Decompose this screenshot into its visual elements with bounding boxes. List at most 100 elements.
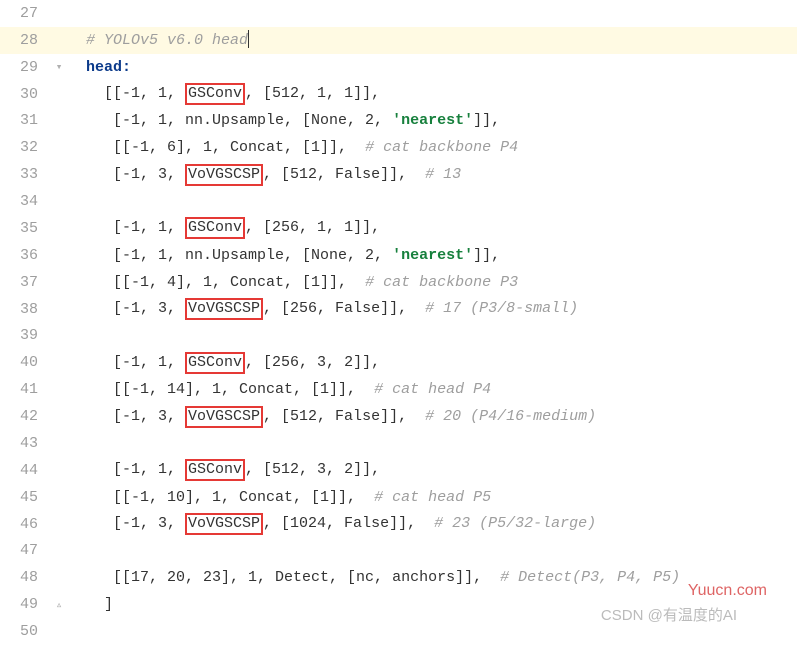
indent [68, 32, 86, 49]
indent [68, 489, 104, 506]
code-content[interactable]: [[-1, 6], 1, Concat, [1]], # cat backbon… [68, 139, 797, 156]
indent [68, 59, 86, 76]
line-number: 27 [0, 5, 50, 22]
yaml-key: head: [86, 59, 131, 76]
code-text: [-1, 1, nn.Upsample, [None, 2, [104, 112, 392, 129]
comment-text: # Detect(P3, P4, P5) [500, 569, 680, 586]
line-number: 38 [0, 301, 50, 318]
code-line[interactable]: 34 [0, 188, 797, 215]
code-text: [[-1, 14], 1, Concat, [1]], [104, 381, 374, 398]
watermark-author: CSDN @有温度的AI [601, 604, 737, 625]
indent [68, 139, 104, 156]
line-number: 50 [0, 623, 50, 640]
code-line[interactable]: 39 [0, 323, 797, 350]
code-content[interactable]: [[-1, 4], 1, Concat, [1]], # cat backbon… [68, 274, 797, 291]
code-line[interactable]: 44 [-1, 1, GSConv, [512, 3, 2]], [0, 457, 797, 484]
indent [68, 596, 104, 613]
highlighted-token: GSConv [185, 83, 245, 105]
code-line[interactable]: 35 [-1, 1, GSConv, [256, 1, 1]], [0, 215, 797, 242]
indent [68, 461, 104, 478]
code-text: [-1, 1, [104, 461, 185, 478]
code-text: [-1, 1, [104, 354, 185, 371]
line-number: 43 [0, 435, 50, 452]
line-number: 41 [0, 381, 50, 398]
highlighted-token: GSConv [185, 352, 245, 374]
code-line[interactable]: 37 [[-1, 4], 1, Concat, [1]], # cat back… [0, 269, 797, 296]
code-content[interactable]: [[-1, 1, GSConv, [512, 1, 1]], [68, 83, 797, 105]
indent [68, 300, 104, 317]
code-text: , [256, 3, 2]], [245, 354, 380, 371]
code-editor[interactable]: 27 28 # YOLOv5 v6.0 head 29 ▾ head: 30 [… [0, 0, 797, 645]
line-number: 33 [0, 166, 50, 183]
code-line[interactable]: 38 [-1, 3, VoVGSCSP, [256, False]], # 17… [0, 296, 797, 323]
code-text: [[-1, 1, [104, 85, 185, 102]
line-number: 44 [0, 462, 50, 479]
fold-toggle-icon[interactable]: ▵ [50, 598, 68, 612]
code-content[interactable]: [-1, 1, nn.Upsample, [None, 2, 'nearest'… [68, 247, 797, 264]
code-content[interactable]: [-1, 1, GSConv, [256, 1, 1]], [68, 217, 797, 239]
highlighted-token: VoVGSCSP [185, 298, 263, 320]
line-number: 47 [0, 542, 50, 559]
line-number: 31 [0, 112, 50, 129]
string-literal: 'nearest' [392, 247, 473, 264]
code-text: ] [104, 596, 113, 613]
code-line[interactable]: 36 [-1, 1, nn.Upsample, [None, 2, 'neare… [0, 242, 797, 269]
code-line[interactable]: 45 [[-1, 10], 1, Concat, [1]], # cat hea… [0, 484, 797, 511]
comment-text: # cat backbone P3 [365, 274, 518, 291]
code-line[interactable]: 30 [[-1, 1, GSConv, [512, 1, 1]], [0, 81, 797, 108]
indent [68, 85, 104, 102]
code-text: [[-1, 4], 1, Concat, [1]], [104, 274, 365, 291]
code-content[interactable]: [-1, 3, VoVGSCSP, [256, False]], # 17 (P… [68, 298, 797, 320]
code-content[interactable]: # YOLOv5 v6.0 head [68, 30, 797, 50]
code-line-active[interactable]: 28 # YOLOv5 v6.0 head [0, 27, 797, 54]
code-line[interactable]: 32 [[-1, 6], 1, Concat, [1]], # cat back… [0, 134, 797, 161]
code-line[interactable]: 29 ▾ head: [0, 54, 797, 81]
code-text: [[-1, 10], 1, Concat, [1]], [104, 489, 374, 506]
watermark-site: Yuucn.com [688, 582, 767, 600]
code-text: [-1, 1, [104, 219, 185, 236]
code-line[interactable]: 42 [-1, 3, VoVGSCSP, [512, False]], # 20… [0, 403, 797, 430]
code-content[interactable]: [-1, 3, VoVGSCSP, [512, False]], # 20 (P… [68, 406, 797, 428]
code-content[interactable]: [[-1, 10], 1, Concat, [1]], # cat head P… [68, 489, 797, 506]
indent [68, 354, 104, 371]
code-line[interactable]: 46 [-1, 3, VoVGSCSP, [1024, False]], # 2… [0, 511, 797, 538]
code-content[interactable]: [-1, 1, GSConv, [512, 3, 2]], [68, 459, 797, 481]
indent [68, 219, 104, 236]
code-content[interactable]: head: [68, 59, 797, 76]
code-line[interactable]: 48 [[17, 20, 23], 1, Detect, [nc, anchor… [0, 564, 797, 591]
code-content[interactable]: [-1, 3, VoVGSCSP, [1024, False]], # 23 (… [68, 513, 797, 535]
comment-text: # 17 (P3/8-small) [425, 300, 578, 317]
code-text: , [512, 3, 2]], [245, 461, 380, 478]
code-text: [-1, 3, [104, 408, 185, 425]
comment-text: # 13 [425, 166, 461, 183]
comment-text: # cat backbone P4 [365, 139, 518, 156]
code-content[interactable]: [-1, 1, GSConv, [256, 3, 2]], [68, 352, 797, 374]
code-line[interactable]: 31 [-1, 1, nn.Upsample, [None, 2, 'neare… [0, 108, 797, 135]
code-text: , [512, 1, 1]], [245, 85, 380, 102]
code-text: [-1, 3, [104, 166, 185, 183]
code-line[interactable]: 47 [0, 538, 797, 565]
fold-toggle-icon[interactable]: ▾ [50, 60, 68, 74]
comment-text: # 23 (P5/32-large) [434, 515, 596, 532]
code-line[interactable]: 27 [0, 0, 797, 27]
code-content[interactable]: [-1, 3, VoVGSCSP, [512, False]], # 13 [68, 164, 797, 186]
code-line[interactable]: 33 [-1, 3, VoVGSCSP, [512, False]], # 13 [0, 161, 797, 188]
comment-text: # cat head P4 [374, 381, 491, 398]
line-number: 46 [0, 516, 50, 533]
code-line[interactable]: 43 [0, 430, 797, 457]
code-line[interactable]: 40 [-1, 1, GSConv, [256, 3, 2]], [0, 349, 797, 376]
comment-text: # 20 (P4/16-medium) [425, 408, 596, 425]
line-number: 42 [0, 408, 50, 425]
code-text: ]], [473, 247, 500, 264]
code-text: [[17, 20, 23], 1, Detect, [nc, anchors]]… [104, 569, 500, 586]
code-content[interactable]: [[-1, 14], 1, Concat, [1]], # cat head P… [68, 381, 797, 398]
string-literal: 'nearest' [392, 112, 473, 129]
code-text: ]], [473, 112, 500, 129]
code-line[interactable]: 41 [[-1, 14], 1, Concat, [1]], # cat hea… [0, 376, 797, 403]
code-text: , [256, False]], [263, 300, 425, 317]
line-number: 28 [0, 32, 50, 49]
line-number: 34 [0, 193, 50, 210]
highlighted-token: GSConv [185, 459, 245, 481]
code-content[interactable]: [-1, 1, nn.Upsample, [None, 2, 'nearest'… [68, 112, 797, 129]
line-number: 40 [0, 354, 50, 371]
